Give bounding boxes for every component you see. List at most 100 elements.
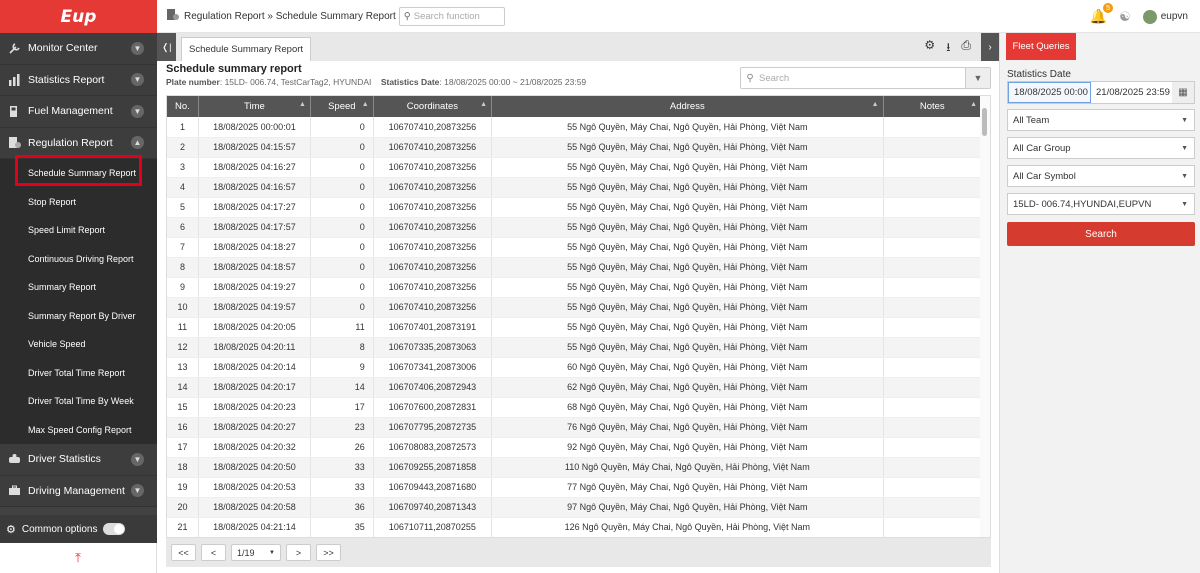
- table-row[interactable]: 14 18/08/2025 04:20:17 14 106707406,2087294…: [167, 377, 983, 398]
- table-cell: 18/08/2025 04:19:57: [198, 297, 311, 318]
- table-cell: 18/08/2025 04:20:32: [198, 437, 311, 458]
- submenu-item-stop-report[interactable]: Stop Report: [0, 188, 157, 217]
- submenu-item-driver-total-time-report[interactable]: Driver Total Time Report: [0, 359, 157, 388]
- submenu-item-label: Continuous Driving Report: [28, 253, 134, 264]
- table-row[interactable]: 18 18/08/2025 04:20:50 33 106709255,2087185…: [167, 457, 983, 478]
- top-right-tools: 🔔 5 ☯ eupvn: [1090, 0, 1188, 33]
- table-row[interactable]: 16 18/08/2025 04:20:27 23 106707795,2087273…: [167, 417, 983, 438]
- column-header-label: Notes: [919, 101, 945, 112]
- table-scrollbar[interactable]: [980, 96, 990, 537]
- sidebar-item-monitor-center[interactable]: Monitor Center ▼: [0, 33, 157, 65]
- chevron-down-icon: ▼: [1181, 144, 1188, 152]
- filter-icon[interactable]: ▼: [965, 68, 990, 88]
- submenu-item-speed-limit-report[interactable]: Speed Limit Report: [0, 216, 157, 245]
- table-row[interactable]: 9 18/08/2025 04:19:27 0 106707410,20873256 5…: [167, 277, 983, 298]
- table-row[interactable]: 19 18/08/2025 04:20:53 33 106709443,2087168…: [167, 477, 983, 498]
- tab-fleet-queries[interactable]: Fleet Queries: [1006, 33, 1076, 60]
- common-options[interactable]: ⚙ Common options: [0, 515, 157, 543]
- table-cell: [883, 297, 983, 318]
- search-button[interactable]: Search: [1007, 222, 1195, 246]
- table-row[interactable]: 4 18/08/2025 04:16:57 0 106707410,20873256 5…: [167, 177, 983, 198]
- download-icon[interactable]: ⭳: [946, 38, 950, 59]
- table-cell: [883, 337, 983, 358]
- submenu-item-driver-total-time-by-week[interactable]: Driver Total Time By Week: [0, 387, 157, 416]
- table-row[interactable]: 20 18/08/2025 04:20:58 36 106709740,2087134…: [167, 497, 983, 518]
- calendar-icon[interactable]: ▦: [1172, 82, 1194, 103]
- next-page-button[interactable]: >: [286, 544, 311, 561]
- submenu-item-summary-report[interactable]: Summary Report: [0, 273, 157, 302]
- scrollbar-thumb[interactable]: [982, 108, 987, 136]
- column-header[interactable]: Coordinates ▲: [373, 96, 493, 117]
- table-row[interactable]: 1 18/08/2025 00:00:01 0 106707410,20873256 5…: [167, 117, 983, 138]
- avatar[interactable]: eupvn: [1142, 9, 1188, 24]
- table-row[interactable]: 11 18/08/2025 04:20:05 11 106707401,2087319…: [167, 317, 983, 338]
- submenu-item-vehicle-speed[interactable]: Vehicle Speed: [0, 330, 157, 359]
- column-header[interactable]: Time ▲: [198, 96, 311, 117]
- table-cell: 106709443,20871680: [373, 477, 493, 498]
- bell-icon[interactable]: 🔔 5: [1090, 3, 1114, 25]
- date-from-input[interactable]: 18/08/2025 00:00: [1008, 82, 1091, 103]
- table-cell: 18/08/2025 04:20:27: [198, 417, 311, 438]
- tab-schedule-summary-report[interactable]: Schedule Summary Report: [181, 37, 312, 61]
- breadcrumb-text: Regulation Report » Schedule Summary Rep…: [184, 10, 396, 22]
- car-group-select[interactable]: All Car Group ▼: [1007, 137, 1195, 159]
- table-row[interactable]: 5 18/08/2025 04:17:27 0 106707410,20873256 5…: [167, 197, 983, 218]
- table-cell: 9: [310, 357, 374, 378]
- submenu-item-label: Stop Report: [28, 196, 77, 207]
- submenu-item-max-speed-config-report[interactable]: Max Speed Config Report: [0, 416, 157, 445]
- column-header[interactable]: Address ▲: [491, 96, 884, 117]
- table-cell: 18/08/2025 04:20:23: [198, 397, 311, 418]
- prev-page-button[interactable]: <: [201, 544, 226, 561]
- common-options-toggle[interactable]: [103, 523, 126, 535]
- sidebar-item-regulation-report[interactable]: Regulation Report ▲: [0, 127, 157, 159]
- table-cell: 14: [167, 377, 199, 398]
- print-icon[interactable]: ⎙: [961, 38, 971, 59]
- column-header[interactable]: Notes ▲: [883, 96, 983, 117]
- table-row[interactable]: 2 18/08/2025 04:15:57 0 106707410,20873256 5…: [167, 137, 983, 158]
- chevron-down-icon: ▼: [131, 41, 144, 55]
- logo[interactable]: Eup: [0, 0, 157, 33]
- table-cell: 9: [167, 277, 199, 298]
- table-cell: [883, 217, 983, 238]
- table-row[interactable]: 12 18/08/2025 04:20:11 8 106707335,20873063…: [167, 337, 983, 358]
- date-to-input[interactable]: 21/08/2025 23:59: [1091, 82, 1172, 103]
- table-row[interactable]: 3 18/08/2025 04:16:27 0 106707410,20873256 5…: [167, 157, 983, 178]
- table-row[interactable]: 8 18/08/2025 04:18:57 0 106707410,20873256 5…: [167, 257, 983, 278]
- submenu-item-schedule-summary-report[interactable]: Schedule Summary Report: [0, 159, 157, 188]
- table-row[interactable]: 17 18/08/2025 04:20:32 26 106708083,2087257…: [167, 437, 983, 458]
- vehicle-select[interactable]: 15LD- 006.74,HYUNDAI,EUPVN ▼: [1007, 193, 1195, 215]
- table-row[interactable]: 6 18/08/2025 04:17:57 0 106707410,20873256 5…: [167, 217, 983, 238]
- page-select[interactable]: 1/19 ▼: [231, 544, 281, 561]
- table-cell: 55 Ngô Quyền, Máy Chai, Ngô Quyền, Hải P…: [491, 277, 884, 298]
- submenu-item-summary-report-by-driver[interactable]: Summary Report By Driver: [0, 302, 157, 331]
- table-row[interactable]: 10 18/08/2025 04:19:57 0 106707410,20873256…: [167, 297, 983, 318]
- first-page-button[interactable]: <<: [171, 544, 196, 561]
- last-page-button[interactable]: >>: [316, 544, 341, 561]
- column-header[interactable]: No.: [167, 96, 199, 117]
- sidebar-item-statistics-report[interactable]: Statistics Report ▼: [0, 64, 157, 96]
- submenu-item-label: Summary Report: [28, 282, 97, 293]
- collapse-sidebar-button[interactable]: ❬|: [157, 33, 176, 61]
- table-row[interactable]: 21 18/08/2025 04:21:14 35 106710711,2087025…: [167, 517, 983, 537]
- user-network-icon[interactable]: ☯: [1119, 9, 1131, 25]
- car-symbol-select[interactable]: All Car Symbol ▼: [1007, 165, 1195, 187]
- sidebar-item-fuel-management[interactable]: Fuel Management ▼: [0, 96, 157, 128]
- column-header[interactable]: Speed ▲: [310, 96, 374, 117]
- table-cell: 18/08/2025 04:20:53: [198, 477, 311, 498]
- team-select[interactable]: All Team ▼: [1007, 109, 1195, 131]
- table-row[interactable]: 15 18/08/2025 04:20:23 17 106707600,2087283…: [167, 397, 983, 418]
- expand-panel-button[interactable]: ›: [981, 33, 999, 61]
- submenu-item-continuous-driving-report[interactable]: Continuous Driving Report: [0, 245, 157, 274]
- gear-icon[interactable]: ⚙: [924, 38, 935, 59]
- sidebar-item-driving-management[interactable]: Driving Management ▼: [0, 475, 157, 507]
- function-search-input[interactable]: ⚲ Search function: [398, 6, 505, 26]
- scroll-top-button[interactable]: ⤒: [0, 543, 157, 573]
- wrench-icon: [6, 41, 22, 55]
- sidebar-item-driver-statistics[interactable]: Driver Statistics ▼: [0, 444, 157, 476]
- table-row[interactable]: 13 18/08/2025 04:20:14 9 106707341,20873006…: [167, 357, 983, 378]
- table-row[interactable]: 7 18/08/2025 04:18:27 0 106707410,20873256 5…: [167, 237, 983, 258]
- table-cell: 106707410,20873256: [373, 157, 493, 178]
- table-search-input[interactable]: ⚲ Search ▼: [740, 67, 991, 89]
- table-cell: 106707410,20873256: [373, 177, 493, 198]
- table-cell: 16: [167, 417, 199, 438]
